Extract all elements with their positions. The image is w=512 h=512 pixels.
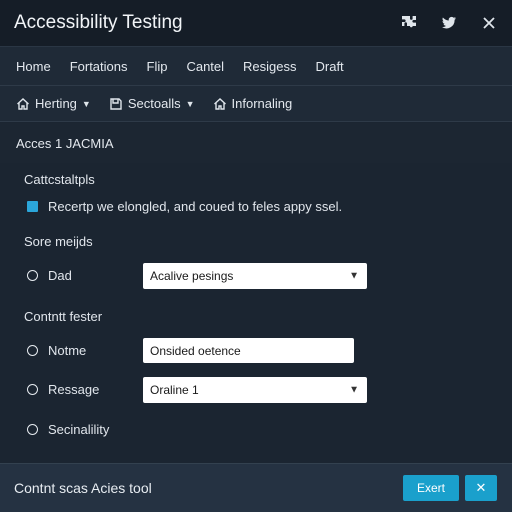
nav-item-cantel[interactable]: Cantel (186, 59, 224, 74)
toolbar-sectoalls-label: Sectoalls (127, 96, 181, 111)
title-bar: Accessibility Testing (0, 0, 512, 46)
toolbar: Herting ▼ Sectoalls ▼ Infornaling (0, 86, 512, 122)
select-acalive-pesings[interactable]: Acalive pesings ▼ (143, 263, 367, 289)
title-icons (400, 14, 498, 32)
checkbox-label: Recertp we elongled, and coued to feles … (48, 199, 343, 214)
window-title: Accessibility Testing (14, 12, 183, 33)
nav-item-flip[interactable]: Flip (147, 59, 168, 74)
text-input[interactable]: Onsided oetence (143, 338, 354, 363)
chevron-down-icon: ▼ (349, 384, 359, 396)
toolbar-infornaling-item[interactable]: Infornaling (213, 96, 293, 111)
radio-secinalility-label: Secinalility (48, 422, 110, 437)
toolbar-herting-dropdown[interactable]: Herting ▼ (16, 96, 91, 111)
radio-notme-label: Notme (48, 343, 87, 358)
bird-icon[interactable] (440, 14, 458, 32)
toolbar-infornaling-label: Infornaling (231, 96, 293, 111)
chevron-down-icon: ▼ (81, 98, 91, 109)
footer-text: Contnt scas Acies tool (14, 480, 152, 496)
toolbar-herting-label: Herting (35, 96, 77, 111)
bookmark-icon (110, 97, 122, 110)
home-icon (213, 97, 226, 110)
chevron-down-icon: ▼ (349, 270, 359, 282)
radio-ressage[interactable] (27, 384, 38, 395)
nav-item-home[interactable]: Home (16, 59, 51, 74)
group-label-contntt-fester: Contntt fester (24, 309, 103, 324)
main-nav: Home Fortations Flip Cantel Resigess Dra… (0, 46, 512, 86)
footer: Contnt scas Acies tool Exert ✕ (0, 463, 512, 512)
group-label-sore-meijds: Sore meijds (24, 234, 93, 249)
footer-close-button[interactable]: ✕ (465, 475, 497, 501)
nav-item-fortations[interactable]: Fortations (70, 59, 128, 74)
select-value: Oraline 1 (150, 383, 199, 397)
checkbox[interactable] (27, 201, 38, 212)
section-title: Acces 1 JACMIA (16, 135, 114, 151)
nav-item-resigess[interactable]: Resigess (243, 59, 296, 74)
chevron-down-icon: ▼ (185, 98, 195, 109)
text-input-value: Onsided oetence (150, 343, 241, 358)
group-label-cattcstaltpls: Cattcstaltpls (24, 172, 95, 187)
select-value: Acalive pesings (150, 269, 234, 283)
toolbar-sectoalls-dropdown[interactable]: Sectoalls ▼ (109, 96, 195, 111)
select-oraline[interactable]: Oraline 1 ▼ (143, 377, 367, 403)
puzzle-icon[interactable] (400, 14, 418, 32)
nav-item-draft[interactable]: Draft (316, 59, 344, 74)
close-icon[interactable] (480, 14, 498, 32)
home-icon (17, 97, 29, 110)
radio-notme[interactable] (27, 345, 38, 356)
radio-dad-label: Dad (48, 268, 72, 283)
radio-ressage-label: Ressage (48, 382, 100, 397)
radio-dad[interactable] (27, 270, 38, 281)
exert-button[interactable]: Exert (403, 475, 459, 501)
section-header: Acces 1 JACMIA (0, 123, 512, 163)
radio-secinalility[interactable] (27, 424, 38, 435)
